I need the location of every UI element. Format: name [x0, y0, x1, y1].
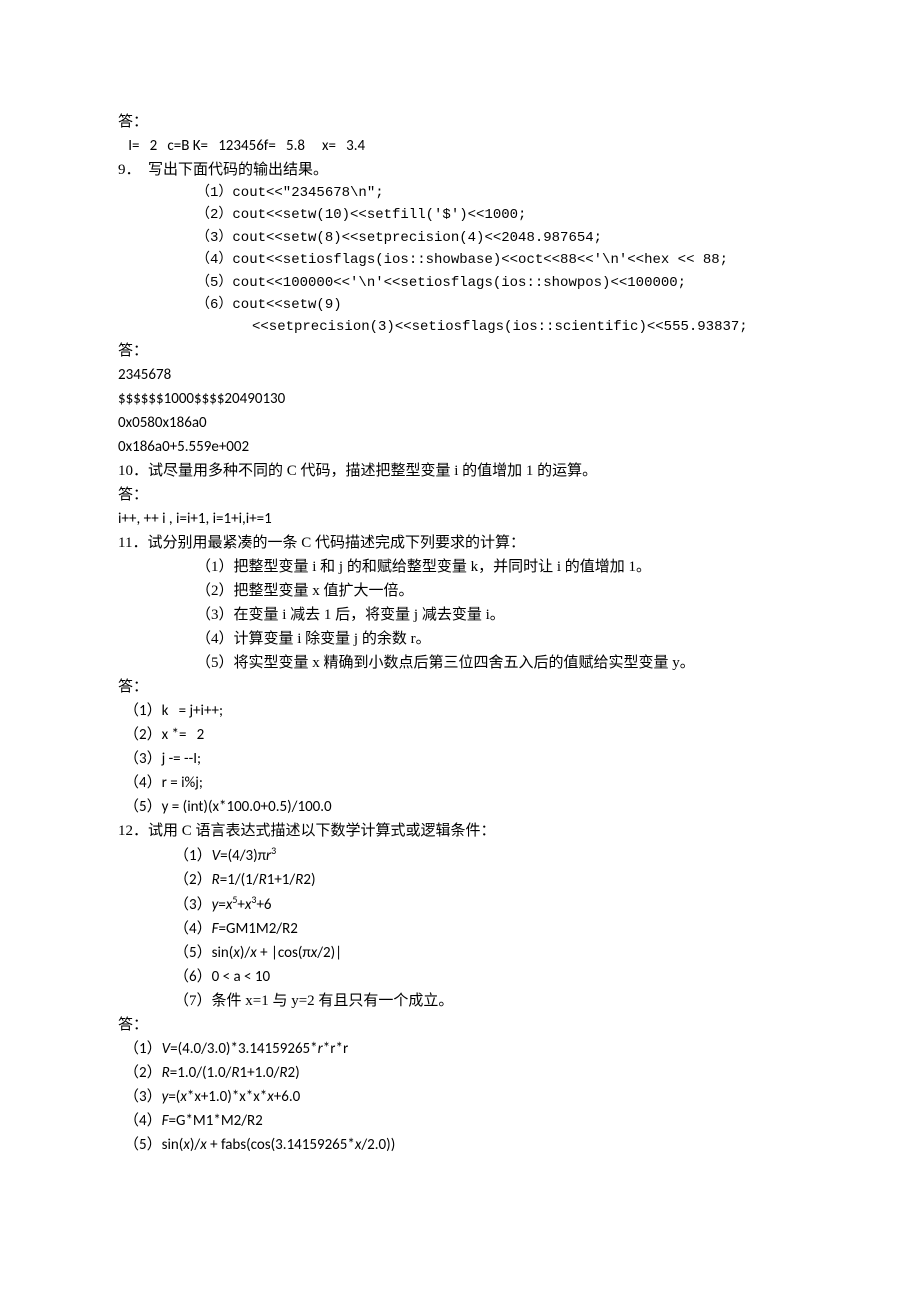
text: （4）: [124, 1112, 162, 1130]
text: +: [237, 896, 244, 914]
text: =1.0/(1.0/: [170, 1064, 232, 1082]
q12-answer-5: （5）sin(x)/x + fabs(cos(3.14159265*x/2.0)…: [118, 1133, 802, 1157]
text: =: [218, 896, 225, 914]
q9-code-4: （4）cout<<setiosflags(ios::showbase)<<oct…: [118, 249, 802, 271]
text: + fabs(cos(3.14159265*: [207, 1136, 355, 1154]
q9-code-2: （2）cout<<setw(10)<<setfill('$')<<1000;: [118, 204, 802, 226]
text: )/: [240, 944, 250, 962]
q9-code-6a: （6）cout<<setw(9): [118, 294, 802, 316]
q12-sub-4: （4）F=GM1M2/R2: [118, 917, 802, 941]
var-v: V: [212, 847, 221, 865]
var-r: R: [259, 871, 267, 889]
text: （3）: [124, 1088, 162, 1106]
answer-8-output: I= 2 c=B K= 123456f= 5.8 x= 3.4: [118, 134, 802, 158]
text: *r*r: [323, 1040, 348, 1058]
text: =(: [168, 1088, 180, 1106]
var-r: R: [162, 1064, 170, 1082]
text: +6: [256, 896, 271, 914]
var-r: R: [279, 1064, 287, 1082]
q11-title: 11．试分别用最紧凑的一条 C 代码描述完成下列要求的计算：: [118, 531, 802, 555]
q9-answer-label: 答：: [118, 339, 802, 363]
q11-answer-4: （4）r = i%j;: [118, 771, 802, 795]
var-v: V: [162, 1040, 171, 1058]
text: 2): [288, 1064, 300, 1082]
q12-sub-7: （7）条件 x=1 与 y=2 有且只有一个成立。: [118, 989, 802, 1013]
text: *x+1.0)*x*x*: [187, 1088, 267, 1106]
q9-code-3: （3）cout<<setw(8)<<setprecision(4)<<2048.…: [118, 227, 802, 249]
q12-sub-3: （3）y=x5+x3+6: [118, 892, 802, 917]
q9-code-6b: <<setprecision(3)<<setiosflags(ios::scie…: [118, 316, 802, 338]
q11-answer-label: 答：: [118, 675, 802, 699]
text: =(4.0/3.0)*3.14159265*: [170, 1040, 318, 1058]
text: （2）: [174, 871, 212, 889]
q11-sub-1: （1）把整型变量 i 和 j 的和赋给整型变量 k，并同时让 i 的值增加 1。: [118, 555, 802, 579]
text: 2): [303, 871, 315, 889]
q12-title: 12．试用 C 语言表达式描述以下数学计算式或逻辑条件：: [118, 819, 802, 843]
text: =1/(1/: [220, 871, 259, 889]
q12-answer-1: （1）V=(4.0/3.0)*3.14159265*r*r*r: [118, 1037, 802, 1061]
text: （4）: [174, 920, 212, 938]
q11-sub-5: （5）将实型变量 x 精确到小数点后第三位四舍五入后的值赋给实型变量 y。: [118, 651, 802, 675]
q11-answer-3: （3）j -= --I;: [118, 747, 802, 771]
text: （1）: [124, 1040, 162, 1058]
var-r: R: [231, 1064, 239, 1082]
text: + |cos(π: [257, 944, 311, 962]
text: )/: [190, 1136, 200, 1154]
q9-title: 9． 写出下面代码的输出结果。: [118, 158, 802, 182]
exponent: 3: [271, 844, 276, 857]
q11-sub-3: （3）在变量 i 减去 1 后，将变量 j 减去变量 i。: [118, 603, 802, 627]
q11-sub-2: （2）把整型变量 x 值扩大一倍。: [118, 579, 802, 603]
q12-sub-2: （2）R=1/(1/R1+1/R2): [118, 868, 802, 892]
q9-answer-1: 2345678: [118, 363, 802, 387]
q12-sub-5: （5）sin(x)/x + |cos(πx/2)|: [118, 941, 802, 965]
q9-answer-4: 0x186a0+5.559e+002: [118, 435, 802, 459]
q12-answer-2: （2）R=1.0/(1.0/R1+1.0/R2): [118, 1061, 802, 1085]
q12-answer-4: （4）F=G*M1*M2/R2: [118, 1109, 802, 1133]
q10-title: 10．试尽量用多种不同的 C 代码，描述把整型变量 i 的值增加 1 的运算。: [118, 459, 802, 483]
text: （5）sin(: [124, 1136, 183, 1154]
text: （3）: [174, 896, 212, 914]
text: =G*M1*M2/R2: [169, 1112, 263, 1130]
text: =GM1M2/R2: [219, 920, 298, 938]
answer-label: 答：: [118, 110, 802, 134]
q10-answer-label: 答：: [118, 483, 802, 507]
q9-code-1: （1）cout<<"2345678\n";: [118, 182, 802, 204]
text: （1）: [174, 847, 212, 865]
text: =(4/3)π: [220, 847, 266, 865]
text: /2.0)): [361, 1136, 395, 1154]
q9-code-5: （5）cout<<100000<<'\n'<<setiosflags(ios::…: [118, 272, 802, 294]
var-f: F: [162, 1112, 169, 1130]
q12-sub-6: （6）0 < a < 10: [118, 965, 802, 989]
q10-answer: i++, ++ i , i=i+1, i=1+i,i+=1: [118, 507, 802, 531]
text: +6.0: [274, 1088, 300, 1106]
text: /2)|: [317, 944, 342, 962]
q11-answer-5: （5）y = (int)(x*100.0+0.5)/100.0: [118, 795, 802, 819]
q11-answer-2: （2）x *= 2: [118, 723, 802, 747]
var-f: F: [212, 920, 219, 938]
q11-sub-4: （4）计算变量 i 除变量 j 的余数 r。: [118, 627, 802, 651]
q11-answer-1: （1）k = j+i++;: [118, 699, 802, 723]
q9-answer-3: 0x0580x186a0: [118, 411, 802, 435]
q12-sub-1: （1）V=(4/3)πr3: [118, 843, 802, 868]
var-r: R: [212, 871, 220, 889]
text: （5）sin(: [174, 944, 233, 962]
text: （2）: [124, 1064, 162, 1082]
q9-answer-2: $$$$$$1000$$$$20490130: [118, 387, 802, 411]
text: 1+1.0/: [240, 1064, 280, 1082]
q12-answer-label: 答：: [118, 1013, 802, 1037]
q12-answer-3: （3）y=(x*x+1.0)*x*x*x+6.0: [118, 1085, 802, 1109]
text: 1+1/: [267, 871, 295, 889]
